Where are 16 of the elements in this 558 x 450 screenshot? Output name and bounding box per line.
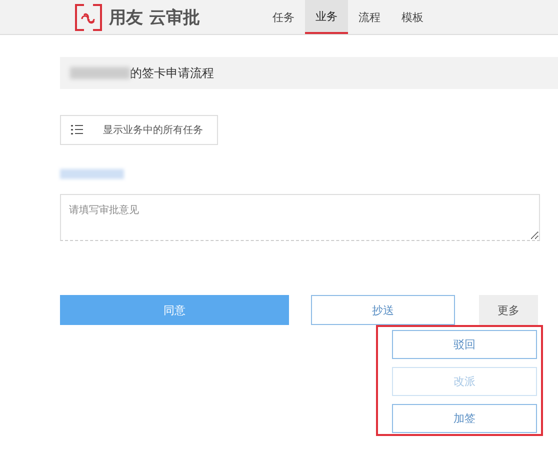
- process-title: 的签卡申请流程: [130, 64, 214, 82]
- nav-tab[interactable]: 任务: [262, 0, 305, 34]
- menu-button[interactable]: 加签: [392, 404, 537, 433]
- menu-button[interactable]: 驳回: [392, 330, 537, 359]
- nav-tab[interactable]: 业务: [305, 0, 348, 34]
- show-all-tasks-button[interactable]: 显示业务中的所有任务: [60, 115, 218, 145]
- more-button[interactable]: 更多: [479, 295, 538, 325]
- comment-field[interactable]: 请填写审批意见: [60, 194, 540, 241]
- app-name: 用友 云审批: [109, 6, 200, 28]
- redacted-label: [60, 169, 124, 179]
- nav-tab[interactable]: 流程: [348, 0, 391, 34]
- redacted-name: [70, 67, 130, 79]
- cc-button[interactable]: 抄送: [311, 295, 455, 325]
- logo-icon: [75, 4, 102, 30]
- nav-tab[interactable]: 模板: [391, 0, 434, 34]
- list-icon: [71, 125, 83, 135]
